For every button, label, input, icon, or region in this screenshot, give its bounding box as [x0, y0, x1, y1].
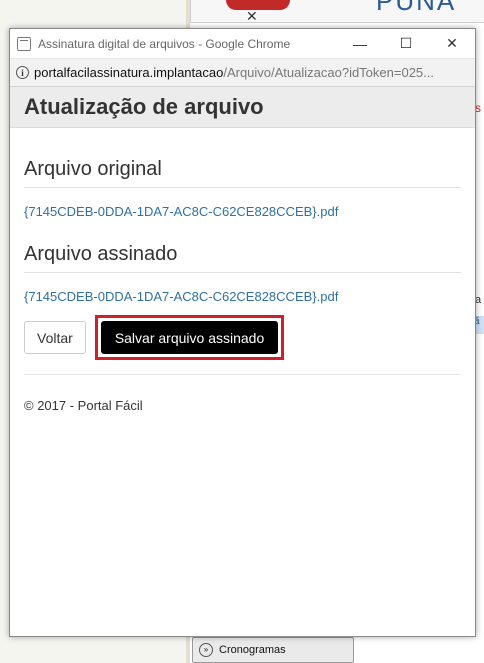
- save-signed-file-button[interactable]: Salvar arquivo assinado: [100, 321, 279, 354]
- maximize-button[interactable]: ☐: [383, 29, 429, 58]
- close-button[interactable]: ✕: [429, 29, 475, 58]
- page-content: Arquivo original {7145CDEB-0DDA-1DA7-AC8…: [10, 158, 475, 413]
- back-button[interactable]: Voltar: [24, 321, 86, 354]
- action-buttons: Voltar Salvar arquivo assinado: [24, 315, 461, 360]
- signed-file-link[interactable]: {7145CDEB-0DDA-1DA7-AC8C-C62CE828CCEB}.p…: [24, 289, 461, 304]
- original-file-heading: Arquivo original: [24, 158, 461, 188]
- footer-copyright: © 2017 - Portal Fácil: [24, 398, 143, 413]
- background-logo-seal: [226, 0, 290, 10]
- chrome-popup-window: Assinatura digital de arquivos - Google …: [9, 28, 476, 637]
- url-path: /Arquivo/Atualizacao?idToken=025...: [223, 65, 434, 80]
- background-tab-label: Cronogramas: [219, 644, 286, 656]
- footer-divider: [24, 374, 461, 375]
- page-header: Atualização de arquivo: [10, 87, 475, 128]
- window-title: Assinatura digital de arquivos - Google …: [38, 36, 291, 51]
- url-host: portalfacilassinatura.implantacao: [34, 65, 224, 80]
- window-app-icon: [17, 36, 31, 51]
- page-title: Atualização de arquivo: [24, 94, 264, 119]
- minimize-button[interactable]: —: [337, 29, 383, 58]
- signed-file-heading: Arquivo assinado: [24, 243, 461, 273]
- double-chevron-icon: »: [199, 643, 213, 657]
- background-tab-cronogramas[interactable]: » Cronogramas: [192, 637, 354, 663]
- background-logo-cross-icon: ✕: [246, 8, 258, 24]
- background-logo-text: PUNA: [376, 0, 457, 16]
- address-bar[interactable]: i portalfacilassinatura.implantacao/Arqu…: [10, 59, 475, 87]
- highlight-annotation: Salvar arquivo assinado: [94, 315, 285, 360]
- original-file-link[interactable]: {7145CDEB-0DDA-1DA7-AC8C-C62CE828CCEB}.p…: [24, 204, 461, 219]
- info-icon[interactable]: i: [16, 66, 29, 79]
- window-titlebar[interactable]: Assinatura digital de arquivos - Google …: [10, 29, 475, 59]
- url-text[interactable]: portalfacilassinatura.implantacao/Arquiv…: [34, 65, 434, 80]
